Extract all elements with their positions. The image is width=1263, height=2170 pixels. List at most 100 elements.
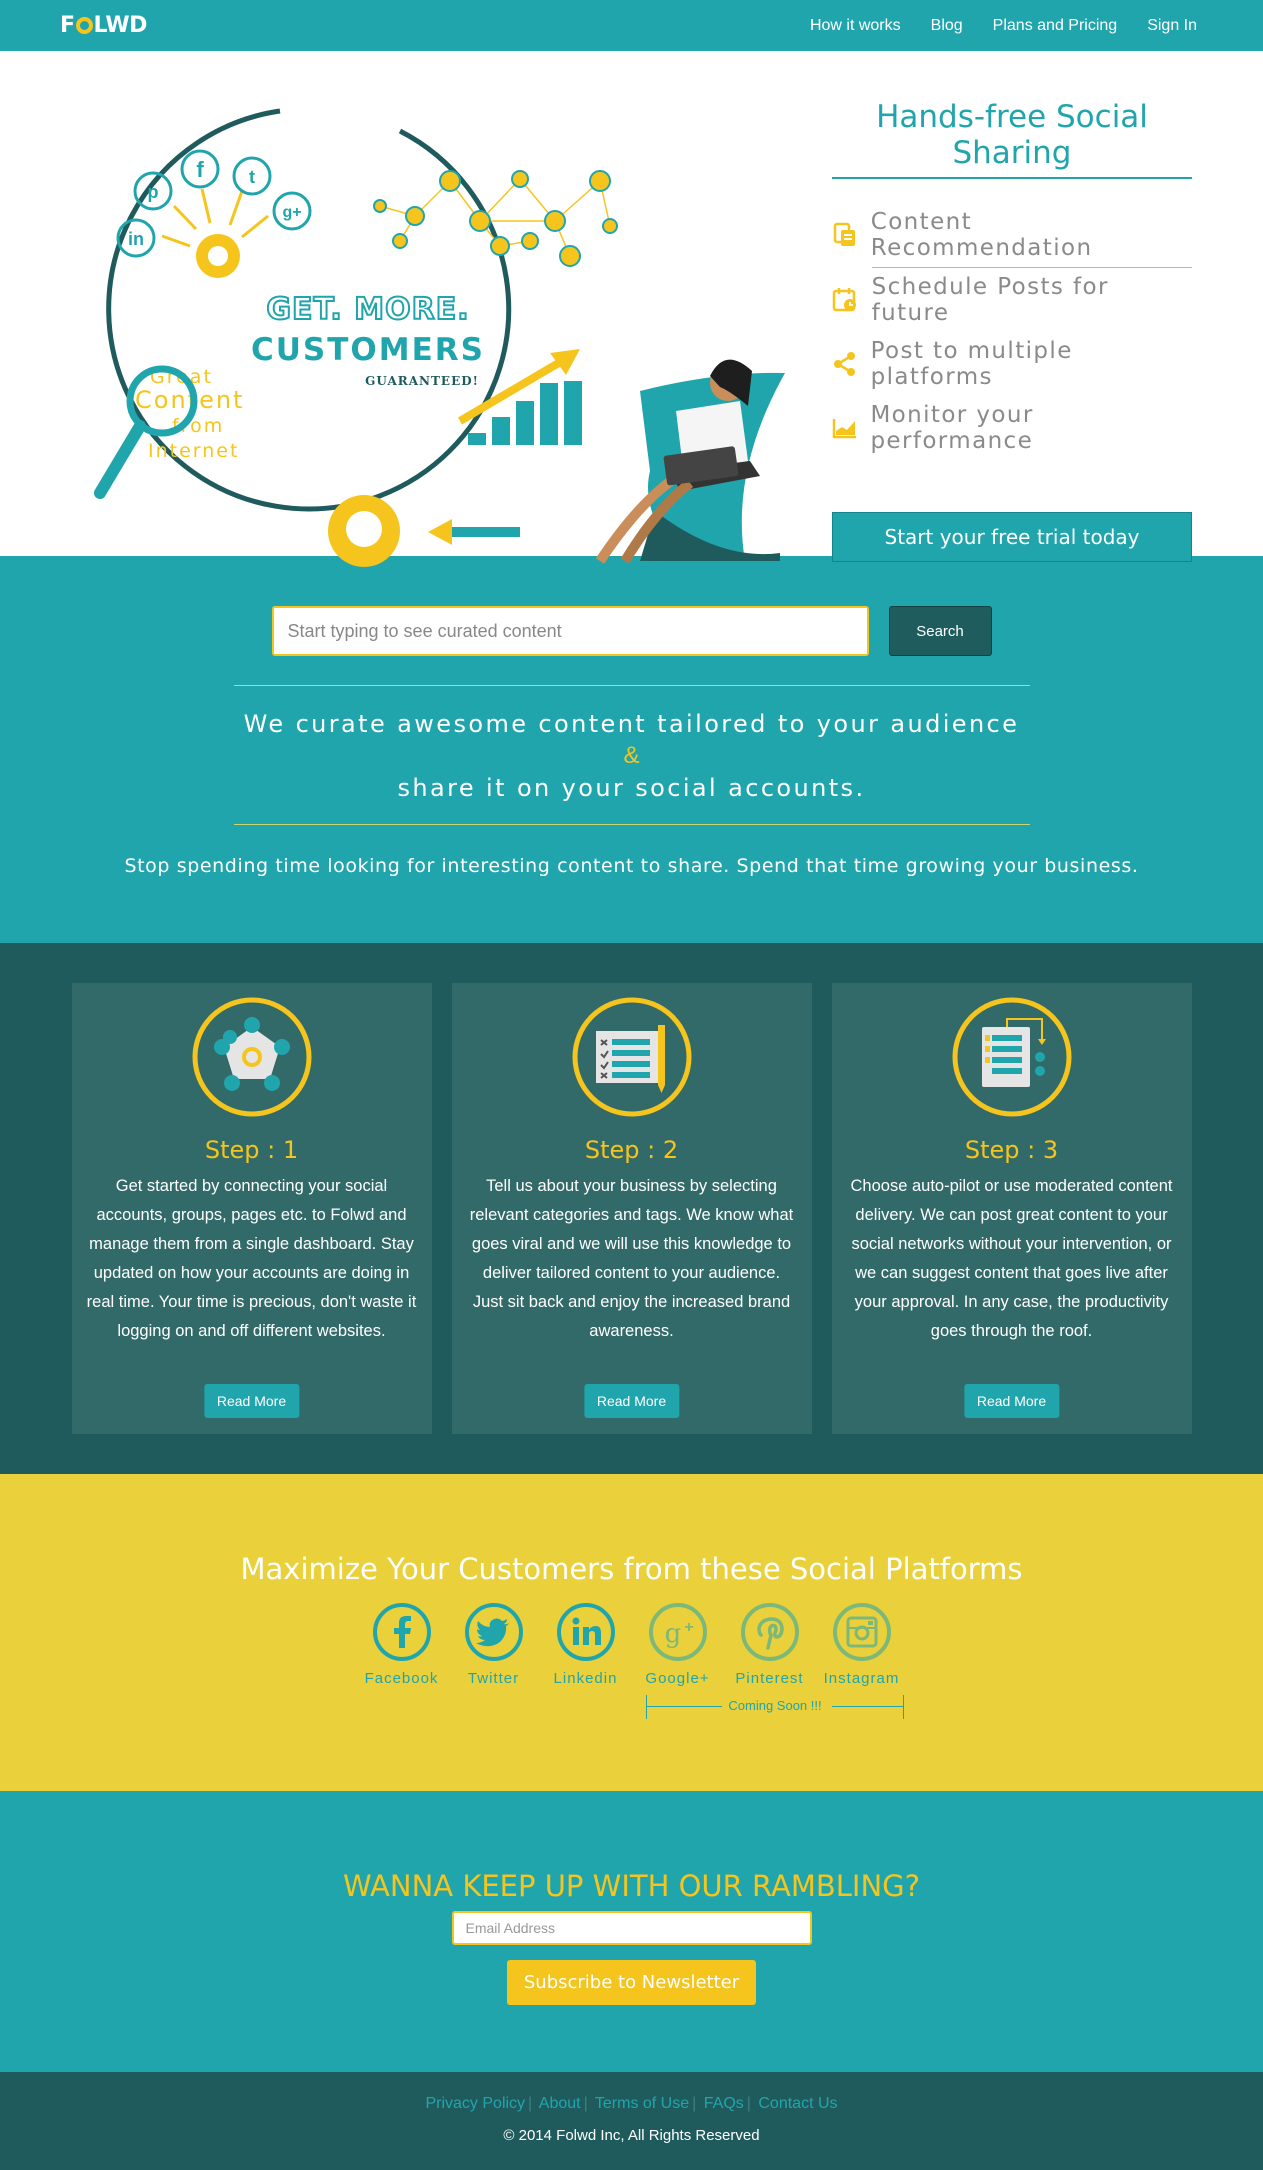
svg-text:CUSTOMERS: CUSTOMERS (251, 332, 485, 368)
step-card: Step : 2 Tell us about your business by … (451, 983, 812, 1434)
svg-text:g+: g+ (282, 204, 301, 221)
read-more-button[interactable]: Read More (203, 1384, 300, 1418)
step-text: Tell us about your business by selecting… (469, 1177, 794, 1340)
svg-text:in: in (128, 229, 144, 249)
svg-text:Internet: Internet (148, 440, 239, 462)
read-more-button[interactable]: Read More (963, 1384, 1060, 1418)
step-text: Choose auto-pilot or use moderated conte… (850, 1177, 1173, 1340)
linkedin-icon (556, 1603, 615, 1661)
footer-link-about[interactable]: About (539, 2095, 581, 2112)
svg-text:GET. MORE.: GET. MORE. (266, 292, 469, 327)
newsletter-title: WANNA KEEP UP WITH OUR RAMBLING? (342, 1869, 921, 1903)
top-navbar: F LWD How it works Blog Plans and Pricing… (0, 0, 1263, 51)
feature-item: Monitor your performance (832, 396, 1192, 460)
content-delivery-icon (952, 997, 1071, 1117)
social-platforms-section: Maximize Your Customers from these Socia… (0, 1474, 1263, 1791)
nav-sign-in[interactable]: Sign In (1147, 17, 1197, 35)
social-platform-googleplus[interactable]: g + Google+ (645, 1602, 709, 1687)
newsletter-section: WANNA KEEP UP WITH OUR RAMBLING? Subscri… (0, 1791, 1263, 2072)
social-platform-instagram[interactable]: Instagram (824, 1602, 898, 1687)
feature-label: Content Recommendation (870, 209, 1093, 261)
nav-how-it-works[interactable]: How it works (810, 17, 901, 35)
feature-item: Schedule Posts for future (832, 268, 1192, 332)
feature-label: Schedule Posts for future (871, 274, 1109, 326)
footer-link-privacy-policy[interactable]: Privacy Policy (425, 2095, 525, 2112)
logo-letter-f: F (60, 13, 75, 38)
social-platform-twitter[interactable]: Twitter (462, 1602, 525, 1687)
social-label: Google+ (645, 1670, 710, 1687)
share-icon (832, 351, 871, 377)
search-input[interactable] (271, 606, 869, 656)
social-platform-linkedin[interactable]: Linkedin (554, 1602, 617, 1687)
footer-links: Privacy Policy | About | Terms of Use | FAQ… (0, 2095, 1263, 2113)
footer-link-faqs[interactable]: FAQs (704, 2095, 744, 2112)
hero-feature-panel: Hands-free Social Sharing Content Recomm… (832, 99, 1192, 562)
svg-text:p: p (148, 182, 159, 202)
nav-blog[interactable]: Blog (931, 17, 963, 35)
nav-plans-pricing[interactable]: Plans and Pricing (993, 17, 1118, 35)
hero-title: Hands-free Social Sharing (832, 99, 1192, 179)
social-platform-facebook[interactable]: Facebook (365, 1602, 437, 1687)
footer: Privacy Policy | About | Terms of Use | FAQ… (0, 2072, 1263, 2170)
social-label: Pinterest (735, 1670, 804, 1687)
checklist-icon (572, 997, 691, 1117)
curate-headline: We curate awesome content tailored to yo… (243, 710, 1020, 738)
step-title: Step : 3 (964, 1136, 1059, 1164)
svg-text:+: + (684, 1619, 693, 1636)
curate-headline-2: share it on your social accounts. (397, 774, 866, 802)
social-label: Twitter (467, 1670, 520, 1687)
read-more-button[interactable]: Read More (583, 1384, 680, 1418)
steps-section: Step : 1 Get started by connecting your … (0, 943, 1263, 1474)
curate-section: Search We curate awesome content tailore… (0, 556, 1263, 943)
content-recommendation-icon (832, 222, 871, 248)
social-label: Facebook (364, 1670, 439, 1687)
curate-subtext: Stop spending time looking for interesti… (124, 855, 1139, 877)
start-free-trial-button[interactable]: Start your free trial today (832, 512, 1192, 562)
instagram-icon (832, 1603, 891, 1661)
facebook-icon (372, 1603, 431, 1661)
footer-separator: | (583, 2095, 588, 2112)
hero-section: in p f t g+ GET. MORE. CUSTOMERS GUARANT… (0, 51, 1263, 574)
divider (233, 685, 1030, 686)
ampersand: & (623, 742, 640, 769)
footer-link-contact[interactable]: Contact Us (758, 2095, 837, 2112)
copyright: © 2014 Folwd Inc, All Rights Reserved (503, 2127, 760, 2144)
social-label: Instagram (823, 1670, 900, 1687)
googleplus-icon: g + (648, 1603, 707, 1661)
social-title: Maximize Your Customers from these Socia… (240, 1552, 1023, 1586)
footer-separator: | (528, 2095, 533, 2112)
svg-text:GUARANTEED!: GUARANTEED! (365, 374, 479, 388)
footer-link-terms[interactable]: Terms of Use (595, 2095, 689, 2112)
feature-item: Post to multiple platforms (832, 332, 1192, 396)
feature-item: Content Recommendation (832, 203, 1192, 267)
network-icon (192, 997, 311, 1117)
search-row: Search (0, 606, 1263, 656)
step-title: Step : 2 (584, 1136, 679, 1164)
social-platform-pinterest[interactable]: Pinterest (735, 1602, 803, 1687)
divider (233, 824, 1030, 825)
calendar-schedule-icon (832, 287, 872, 313)
social-platform-list: Facebook Twitter Linkedin g + Google+ Pin… (0, 1602, 1263, 1687)
coming-soon-bracket: Coming Soon !!! (646, 1695, 904, 1719)
step-text: Get started by connecting your social ac… (86, 1177, 417, 1340)
feature-label: Monitor your performance (870, 402, 1034, 454)
subscribe-newsletter-button[interactable]: Subscribe to Newsletter (506, 1960, 757, 2005)
footer-separator: | (692, 2095, 697, 2112)
svg-text:t: t (249, 167, 255, 187)
logo-letters-lwd: LWD (93, 13, 148, 38)
email-field[interactable] (451, 1911, 812, 1945)
logo[interactable]: F LWD (60, 13, 147, 38)
feature-label: Post to multiple platforms (870, 338, 1073, 390)
hero-illustration: in p f t g+ GET. MORE. CUSTOMERS GUARANT… (94, 108, 785, 574)
step-card: Step : 1 Get started by connecting your … (71, 983, 432, 1434)
svg-text:f: f (196, 157, 204, 182)
step-card: Step : 3 Choose auto-pilot or use modera… (831, 983, 1192, 1434)
svg-text:g: g (664, 1619, 681, 1649)
twitter-icon (464, 1603, 523, 1661)
logo-o-ring (75, 17, 93, 34)
pinterest-icon (740, 1603, 799, 1661)
chart-icon (832, 415, 870, 441)
nav-links: How it works Blog Plans and Pricing Sign… (810, 17, 1197, 35)
social-label: Linkedin (553, 1670, 618, 1687)
search-button[interactable]: Search (888, 606, 992, 656)
